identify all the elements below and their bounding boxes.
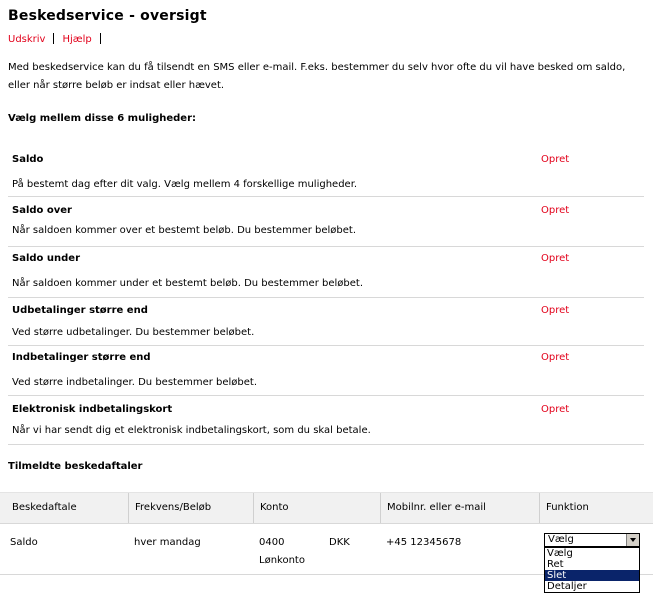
- option-title: Elektronisk indbetalingskort: [12, 404, 173, 415]
- create-elektronisk-link[interactable]: Opret: [541, 404, 569, 415]
- option-saldo: Saldo Opret På bestemt dag efter dit val…: [8, 147, 644, 197]
- currency-cell: DKK: [329, 537, 350, 548]
- table-header: Beskedaftale Frekvens/Beløb Konto Mobiln…: [0, 492, 653, 524]
- chevron-down-icon[interactable]: [626, 534, 639, 546]
- subscriptions-heading: Tilmeldte beskedaftaler: [8, 461, 143, 472]
- dropdown-option-vaelg[interactable]: Vælg: [545, 548, 639, 559]
- option-title: Indbetalinger større end: [12, 352, 151, 363]
- column-header: Mobilnr. eller e-mail: [380, 493, 538, 523]
- intro-text: Med beskedservice kan du få tilsendt en …: [8, 62, 626, 91]
- link-divider: [99, 33, 101, 44]
- option-udbetalinger: Udbetalinger større end Opret Ved større…: [8, 298, 644, 346]
- column-header: Funktion: [539, 493, 649, 523]
- option-desc: Når saldoen kommer under et bestemt belø…: [12, 278, 363, 289]
- dropdown-option-detaljer[interactable]: Detaljer: [545, 581, 639, 592]
- help-link[interactable]: Hjælp: [62, 34, 91, 45]
- contact-cell: +45 12345678: [386, 537, 462, 548]
- agreement-cell: Saldo: [10, 537, 38, 548]
- options-list: Saldo Opret På bestemt dag efter dit val…: [8, 147, 644, 445]
- option-elektronisk: Elektronisk indbetalingskort Opret Når v…: [8, 396, 644, 445]
- create-saldo-over-link[interactable]: Opret: [541, 205, 569, 216]
- options-heading: Vælg mellem disse 6 muligheder:: [8, 113, 196, 124]
- column-header: Konto: [253, 493, 378, 523]
- account-name: Lønkonto: [259, 555, 305, 566]
- option-title: Saldo: [12, 154, 44, 165]
- create-indbetalinger-link[interactable]: Opret: [541, 352, 569, 363]
- print-link[interactable]: Udskriv: [8, 34, 45, 45]
- option-title: Udbetalinger større end: [12, 305, 148, 316]
- option-indbetalinger: Indbetalinger større end Opret Ved størr…: [8, 346, 644, 396]
- dropdown-option-slet[interactable]: Slet: [545, 570, 639, 581]
- option-desc: Ved større udbetalinger. Du bestemmer be…: [12, 327, 255, 338]
- option-desc: Når saldoen kommer over et bestemt beløb…: [12, 225, 357, 236]
- link-divider: [53, 33, 55, 44]
- option-title: Saldo over: [12, 205, 72, 216]
- option-desc: På bestemt dag efter dit valg. Vælg mell…: [12, 179, 358, 190]
- top-links: Udskriv Hjælp: [8, 33, 109, 45]
- page-title: Beskedservice - oversigt: [8, 8, 207, 24]
- create-udbetalinger-link[interactable]: Opret: [541, 305, 569, 316]
- option-saldo-under: Saldo under Opret Når saldoen kommer und…: [8, 247, 644, 298]
- column-header: Frekvens/Beløb: [128, 493, 252, 523]
- select-value: Vælg: [548, 534, 574, 545]
- frequency-cell: hver mandag: [134, 537, 201, 548]
- option-desc: Når vi har sendt dig et elektronisk indb…: [12, 425, 371, 436]
- column-header: Beskedaftale: [12, 502, 77, 513]
- function-dropdown: Vælg Ret Slet Detaljer: [544, 547, 640, 593]
- option-saldo-over: Saldo over Opret Når saldoen kommer over…: [8, 197, 644, 247]
- option-title: Saldo under: [12, 253, 80, 264]
- function-select[interactable]: Vælg: [544, 533, 640, 547]
- option-desc: Ved større indbetalinger. Du bestemmer b…: [12, 377, 258, 388]
- account-number: 0400: [259, 537, 285, 548]
- dropdown-option-ret[interactable]: Ret: [545, 559, 639, 570]
- create-saldo-link[interactable]: Opret: [541, 154, 569, 165]
- create-saldo-under-link[interactable]: Opret: [541, 253, 569, 264]
